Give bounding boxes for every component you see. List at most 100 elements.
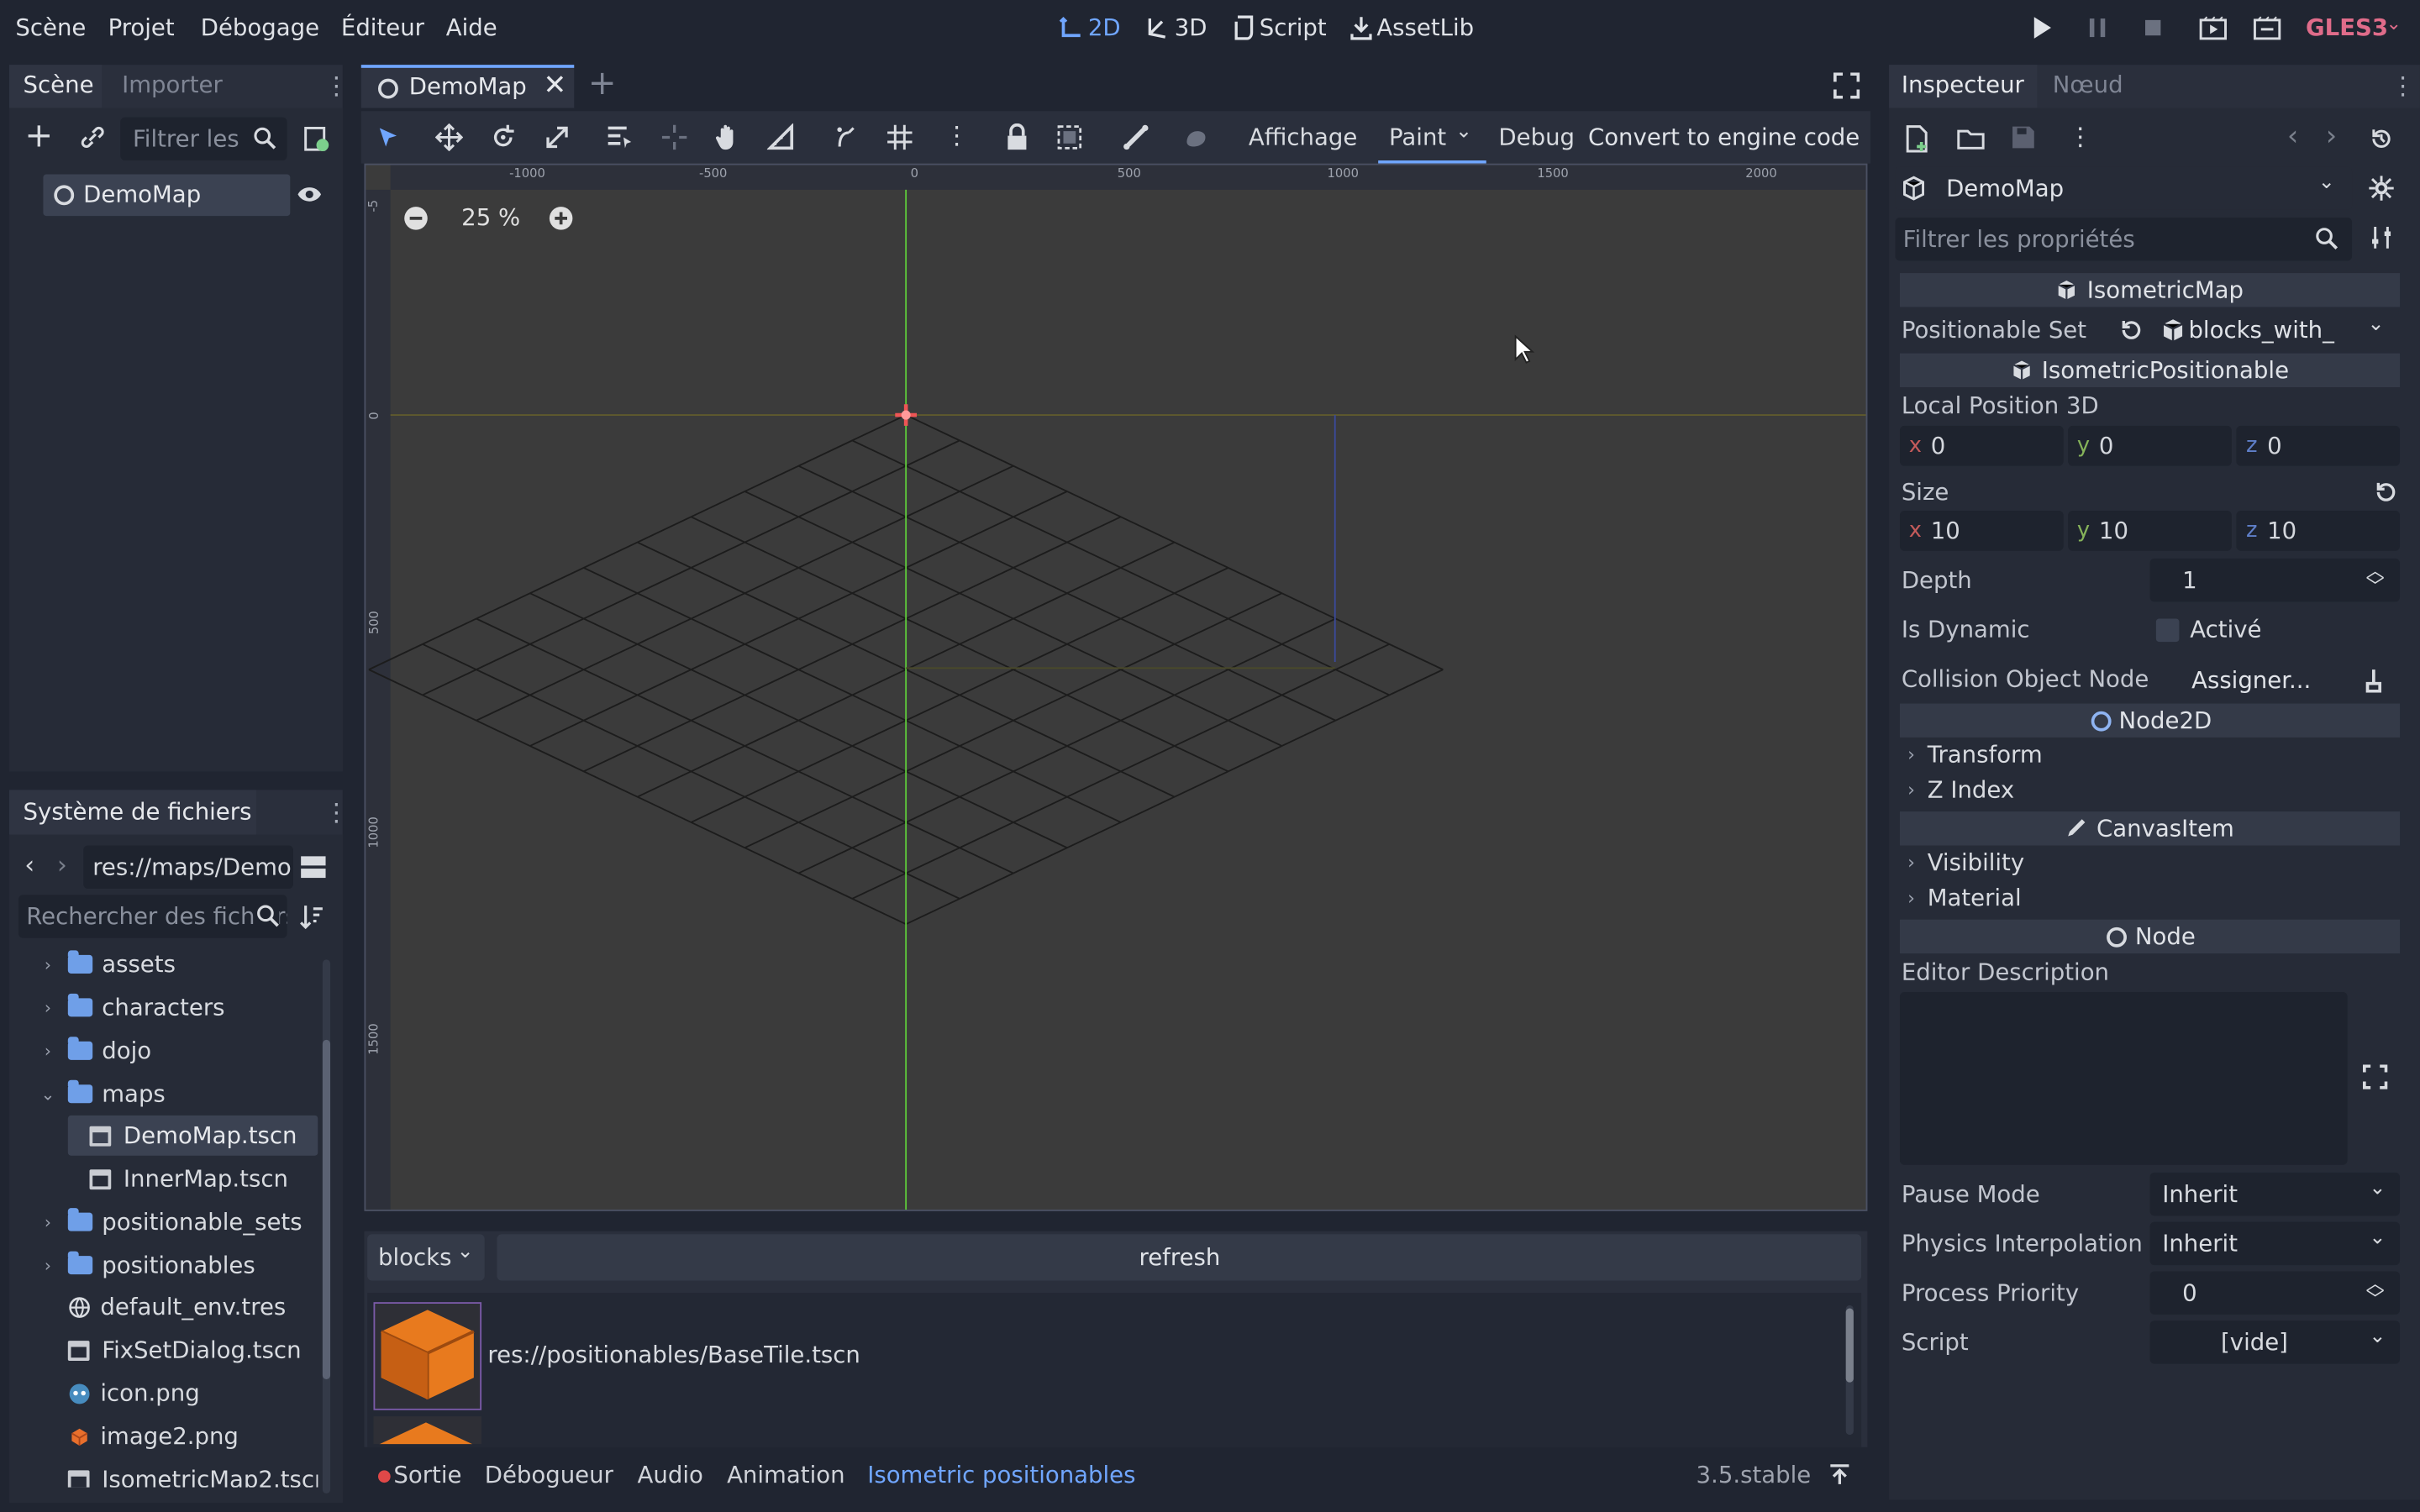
local-position-x-field[interactable]: x0 — [1899, 425, 2064, 466]
base-tile-path[interactable]: res://positionables/BaseTile.tscn — [487, 1341, 860, 1368]
next-thumbnail[interactable] — [373, 1416, 482, 1445]
rotate-tool-icon[interactable] — [489, 123, 517, 151]
object-properties-icon[interactable] — [2367, 175, 2395, 202]
spin-arrows-icon[interactable]: ︿ ﹀ — [2366, 562, 2385, 596]
tab-scene[interactable]: Scène — [9, 65, 103, 108]
play-icon[interactable] — [2031, 15, 2053, 39]
group-material[interactable]: › Material — [1907, 884, 2021, 911]
group-visibility[interactable]: › Visibility — [1907, 848, 2024, 876]
tab-filesystem[interactable]: Système de fichiers — [9, 790, 256, 835]
link-icon[interactable] — [81, 125, 105, 150]
pause-icon[interactable] — [2086, 15, 2108, 39]
tab-debugger[interactable]: Débogueur — [485, 1461, 613, 1488]
pivot-tool-icon[interactable] — [660, 123, 688, 151]
menu-project[interactable]: Projet — [108, 14, 175, 42]
inspector-menu-icon[interactable]: ⋮ — [2391, 71, 2415, 100]
history-forward-icon[interactable]: › — [2326, 120, 2337, 153]
canvas-viewport[interactable]: -1000 -500 0 500 1000 1500 2000 -5 0 500… — [364, 163, 1868, 1211]
tab-demomap[interactable]: DemoMap ✕ — [360, 65, 575, 108]
physics-interpolation-select[interactable]: Inherit ⌄ — [2149, 1221, 2401, 1266]
size-x-field[interactable]: x 10 — [1899, 510, 2064, 551]
snap-options-icon[interactable]: ⋮ — [944, 120, 969, 150]
convert-to-engine-code-button[interactable]: Convert to engine code — [1588, 123, 1860, 151]
tab-audio[interactable]: Audio — [638, 1461, 703, 1488]
revert-icon[interactable] — [2374, 480, 2398, 504]
resource-menu-icon[interactable]: ⋮ — [2068, 122, 2092, 151]
fullscreen-icon[interactable] — [1833, 72, 1860, 99]
menu-help[interactable]: Aide — [446, 14, 497, 42]
fs-menu-icon[interactable]: ⋮ — [324, 798, 349, 827]
split-view-icon[interactable] — [299, 855, 327, 879]
history-icon[interactable] — [2369, 127, 2393, 151]
positionable-set-field[interactable]: blocks_with_ ⌄ — [2154, 310, 2396, 350]
fs-path-input[interactable]: res://maps/DemoMap.tscn — [83, 845, 293, 889]
property-filter-input[interactable]: Filtrer les propriétés — [1895, 217, 2353, 261]
tab-import[interactable]: Importer — [122, 71, 223, 98]
section-isometric-map[interactable]: IsometricMap — [1899, 273, 2401, 307]
menu-debug[interactable]: Débogage — [201, 14, 319, 42]
mode-2d-button[interactable]: 2D — [1059, 14, 1121, 42]
section-node[interactable]: Node — [1899, 919, 2401, 954]
size-z-field[interactable]: z 10 — [2236, 510, 2401, 551]
menu-scene[interactable]: Scène — [15, 14, 86, 42]
save-icon[interactable] — [2011, 125, 2035, 150]
zoom-out-icon[interactable] — [402, 205, 429, 231]
list-scrollbar[interactable] — [1845, 1305, 1854, 1436]
history-back-icon[interactable]: ‹ — [2287, 120, 2298, 153]
zoom-in-icon[interactable] — [548, 205, 574, 231]
section-isometric-positionable[interactable]: IsometricPositionable — [1899, 353, 2401, 388]
local-position-z-field[interactable]: z0 — [2236, 425, 2401, 466]
refresh-button[interactable]: refresh — [497, 1234, 1862, 1281]
process-priority-spinbox[interactable]: 0 ︿ ﹀ — [2149, 1271, 2401, 1315]
fs-item-fixsetdialog[interactable]: FixSetDialog.tscn — [24, 1330, 302, 1370]
tab-inspector[interactable]: Inspecteur — [1889, 65, 2038, 108]
collision-assign-button[interactable]: Assigner... — [2150, 659, 2401, 701]
stop-icon[interactable] — [2142, 15, 2164, 39]
fs-item-assets[interactable]: › assets — [24, 944, 176, 984]
expand-editor-icon[interactable] — [2362, 1064, 2388, 1089]
mode-3d-button[interactable]: 3D — [1145, 14, 1207, 42]
group-transform[interactable]: › Transform — [1907, 741, 2043, 769]
section-node2d[interactable]: Node2D — [1899, 703, 2401, 738]
expand-panel-icon[interactable] — [1828, 1462, 1852, 1487]
group-z-index[interactable]: › Z Index — [1907, 776, 2014, 804]
bone-icon[interactable] — [1122, 123, 1150, 151]
back-arrow-icon[interactable]: ‹ — [24, 850, 34, 879]
list-select-icon[interactable] — [605, 123, 633, 151]
visibility-eye-icon[interactable] — [297, 185, 323, 203]
lock-icon[interactable] — [1005, 123, 1029, 151]
group-icon[interactable] — [1055, 123, 1083, 151]
menu-editor[interactable]: Éditeur — [341, 14, 424, 42]
instance-scene-icon[interactable] — [302, 125, 330, 153]
fs-item-innermap[interactable]: InnerMap.tscn — [68, 1158, 288, 1199]
fs-item-icon-png[interactable]: icon.png — [24, 1373, 200, 1414]
forward-arrow-icon[interactable]: › — [57, 850, 67, 879]
base-tile-thumbnail[interactable] — [373, 1302, 482, 1410]
editor-description-textarea[interactable] — [1899, 991, 2348, 1165]
fs-search-input[interactable]: Rechercher des fichiers — [18, 895, 287, 938]
scale-tool-icon[interactable] — [544, 123, 571, 151]
depth-spinbox[interactable]: 1 ︿ ﹀ — [2149, 558, 2401, 602]
new-resource-icon[interactable] — [1904, 125, 1928, 153]
close-icon[interactable]: ✕ — [544, 70, 567, 102]
fs-item-characters[interactable]: › characters — [24, 987, 225, 1027]
mode-assetlib-button[interactable]: AssetLib — [1350, 14, 1474, 42]
local-position-y-field[interactable]: y0 — [2068, 425, 2232, 466]
chevron-down-icon[interactable]: ⌄ — [2386, 13, 2402, 34]
fs-item-maps[interactable]: ⌄ maps — [24, 1074, 165, 1114]
tab-output[interactable]: Sortie — [393, 1461, 461, 1488]
mode-script-button[interactable]: Script — [1234, 14, 1327, 42]
smart-snap-icon[interactable] — [834, 123, 861, 151]
grid-snap-icon[interactable] — [886, 123, 913, 151]
play-scene-icon[interactable] — [2199, 15, 2227, 40]
camera-override-icon[interactable] — [1182, 123, 1210, 151]
size-y-field[interactable]: y 10 — [2068, 510, 2232, 551]
fs-item-positionable-sets[interactable]: › positionable_sets — [24, 1202, 302, 1242]
revert-icon[interactable] — [2119, 318, 2144, 342]
scene-filter-input[interactable]: Filtrer les nœuds — [120, 117, 287, 161]
dock-menu-icon[interactable]: ⋮ — [324, 71, 349, 100]
is-dynamic-checkbox[interactable]: Activé — [2155, 616, 2341, 647]
object-selector[interactable]: DemoMap ⌄ — [1895, 166, 2353, 210]
filter-options-icon[interactable] — [2369, 225, 2393, 249]
select-tool-icon[interactable] — [375, 125, 399, 150]
